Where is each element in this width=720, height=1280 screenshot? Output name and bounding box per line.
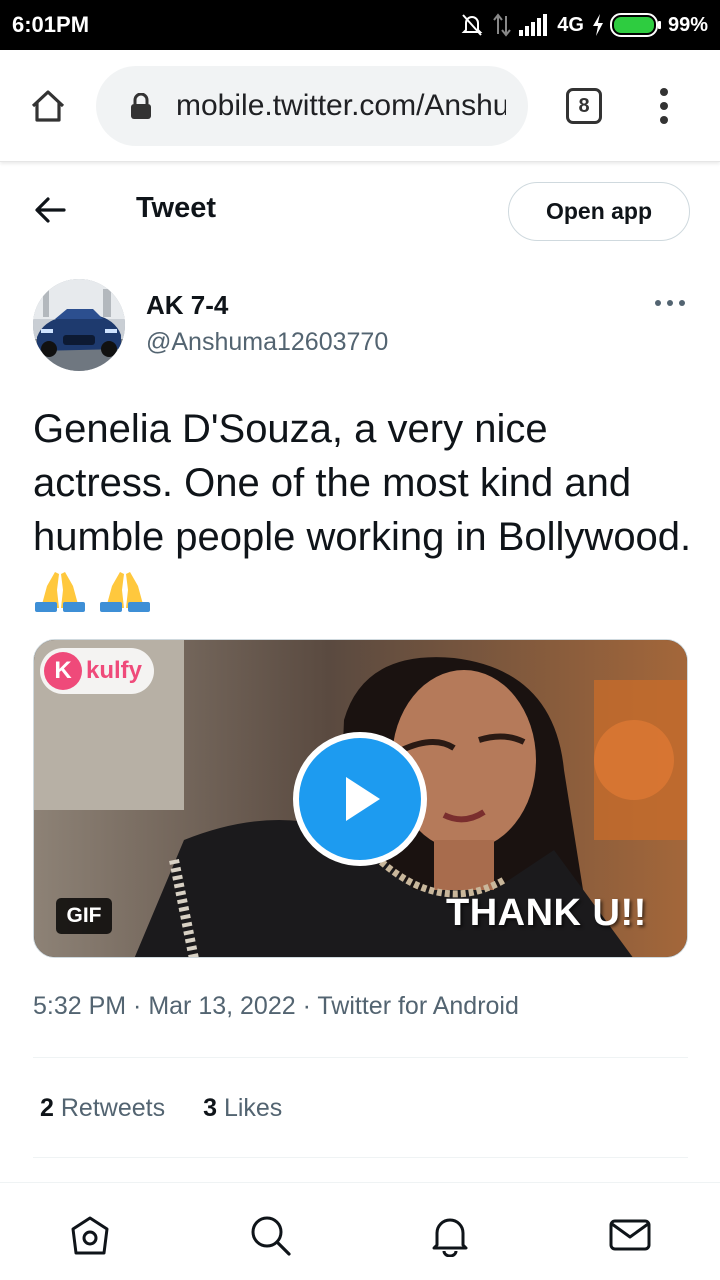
kebab-menu-icon[interactable] [652,86,676,126]
lock-icon [131,93,151,119]
likes-label: Likes [223,1094,283,1122]
tweet-text-body: Genelia D'Souza, a very nice actress. On… [33,407,692,559]
battery-icon [609,13,661,37]
author-name[interactable]: AK 7-4 [146,290,228,321]
signal-icon [519,14,548,36]
avatar[interactable] [33,279,125,371]
avatar-car-image [33,279,125,371]
retweets-label: Retweets [60,1094,166,1122]
retweets-count: 2 [40,1094,54,1122]
tweet-page-header: Tweet Open app [0,162,720,258]
battery-percent: 99% [667,13,708,36]
tweet-timestamp-source: 5:32 PM · Mar 13, 2022 · Twitter for And… [33,992,519,1020]
folded-hands-emoji-icon [35,572,85,612]
battery: 99% [592,13,708,37]
folded-hands-emoji-icon [100,572,151,612]
charging-icon [592,14,603,36]
data-arrows-icon [493,13,512,37]
back-arrow-icon[interactable] [32,194,68,226]
play-button[interactable] [293,732,427,866]
kulfy-logo: K [44,652,82,690]
browser-toolbar: mobile.twitter.com/Anshuma12603770 8 [0,50,720,162]
divider [33,1157,688,1158]
url-text: mobile.twitter.com/Anshuma12603770 [176,89,506,122]
tab-switcher-button[interactable]: 8 [566,88,602,124]
likes-count: 3 [203,1094,217,1122]
mute-bell-icon [461,14,483,36]
network-type: 4G [557,13,584,36]
search-icon[interactable] [248,1213,292,1257]
home-icon[interactable] [68,1213,112,1257]
retweets-stat[interactable]: 2 Retweets [40,1094,165,1123]
likes-stat[interactable]: 3 Likes [203,1094,282,1123]
tweet-text: Genelia D'Souza, a very nice actress. On… [33,402,693,618]
kulfy-watermark-text: kulfy [86,657,143,684]
address-bar[interactable]: mobile.twitter.com/Anshuma12603770 [96,66,528,146]
divider [33,1057,688,1058]
status-icons: 4G 99% [459,12,708,38]
mail-icon[interactable] [608,1213,652,1257]
status-time: 6:01PM [12,12,90,37]
status-bar: 6:01PM 4G 99% [0,0,720,50]
gif-caption: THANK U!! [446,892,647,934]
bottom-navigation [0,1182,720,1280]
more-options-icon[interactable] [654,296,686,310]
play-icon [346,777,380,821]
page-title: Tweet [136,192,217,224]
open-app-button[interactable]: Open app [508,182,690,241]
bell-icon[interactable] [428,1213,472,1257]
tweet-media-gif[interactable]: K kulfy THANK U!! GIF [33,639,688,958]
kulfy-watermark: K kulfy [40,648,155,694]
author-handle[interactable]: @Anshuma12603770 [146,328,388,357]
browser-home-icon[interactable] [28,86,68,126]
tweet-stats: 2 Retweets 3 Likes [40,1094,282,1123]
gif-badge: GIF [56,898,112,934]
